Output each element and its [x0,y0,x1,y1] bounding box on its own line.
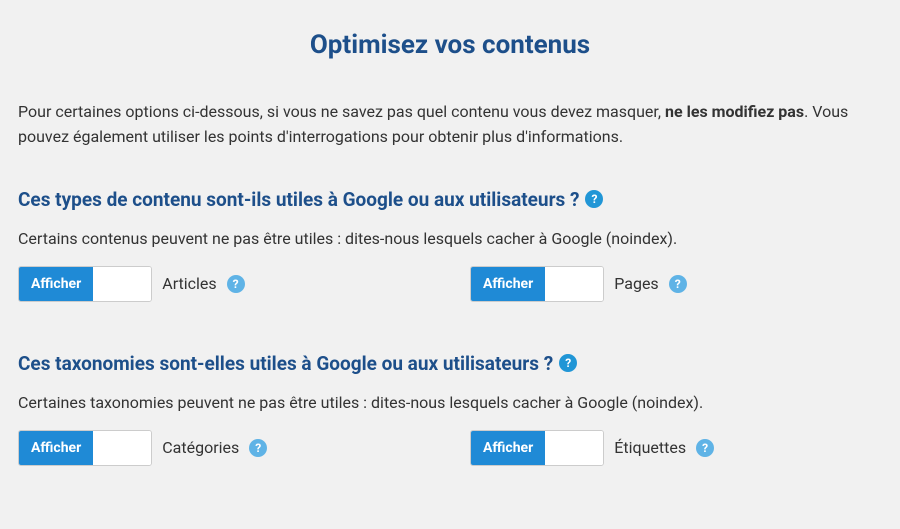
help-icon[interactable]: ? [227,275,245,293]
item-label: Articles [162,274,216,293]
toggle-tags[interactable]: Afficher [470,430,604,466]
toggle-show-option[interactable]: Afficher [19,267,93,301]
toggle-hide-option[interactable] [545,431,603,465]
item-label: Catégories [162,438,239,457]
toggle-show-option[interactable]: Afficher [19,431,93,465]
toggle-hide-option[interactable] [545,267,603,301]
section-title-text: Ces types de contenu sont-ils utiles à G… [18,188,579,211]
help-icon[interactable]: ? [249,439,267,457]
item-label: Étiquettes [614,438,686,457]
content-type-pages: Afficher Pages ? [470,266,882,302]
toggle-hide-option[interactable] [93,431,151,465]
help-icon[interactable]: ? [669,275,687,293]
taxonomy-tags: Afficher Étiquettes ? [470,430,882,466]
section-content-types-desc: Certains contenus peuvent ne pas être ut… [18,229,882,248]
item-label: Pages [614,274,658,293]
page-title: Optimisez vos contenus [18,30,882,60]
toggle-articles[interactable]: Afficher [18,266,152,302]
intro-text-1: Pour certaines options ci-dessous, si vo… [18,102,665,121]
intro-strong: ne les modifiez pas [665,102,804,121]
section-taxonomies-desc: Certaines taxonomies peuvent ne pas être… [18,393,882,412]
help-icon[interactable]: ? [559,354,577,372]
help-icon[interactable]: ? [696,439,714,457]
taxonomies-row: Afficher Catégories ? Afficher Étiquette… [18,430,882,466]
section-content-types-title: Ces types de contenu sont-ils utiles à G… [18,188,882,211]
section-taxonomies-title: Ces taxonomies sont-elles utiles à Googl… [18,352,882,375]
section-title-text: Ces taxonomies sont-elles utiles à Googl… [18,352,553,375]
content-type-articles: Afficher Articles ? [18,266,430,302]
toggle-pages[interactable]: Afficher [470,266,604,302]
toggle-categories[interactable]: Afficher [18,430,152,466]
toggle-hide-option[interactable] [93,267,151,301]
toggle-show-option[interactable]: Afficher [471,267,545,301]
taxonomy-categories: Afficher Catégories ? [18,430,430,466]
content-types-row: Afficher Articles ? Afficher Pages ? [18,266,882,302]
intro-paragraph: Pour certaines options ci-dessous, si vo… [18,100,882,150]
help-icon[interactable]: ? [585,190,603,208]
toggle-show-option[interactable]: Afficher [471,431,545,465]
